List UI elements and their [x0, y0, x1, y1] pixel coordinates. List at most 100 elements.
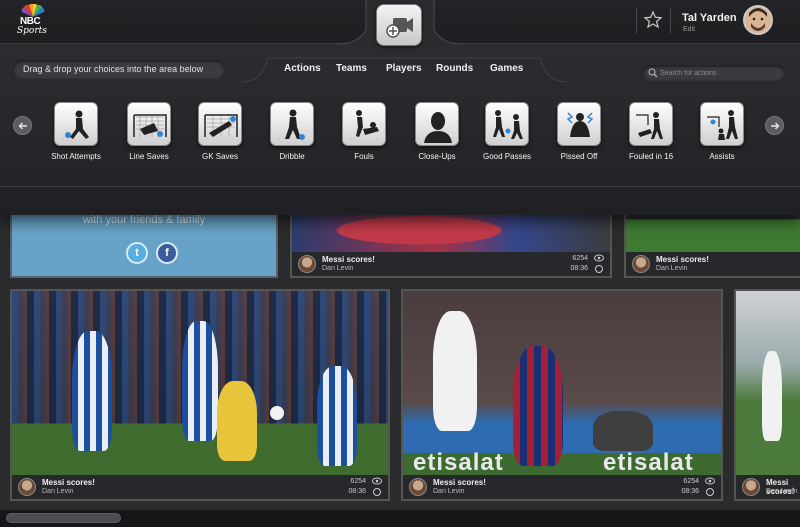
action-tile[interactable]	[270, 102, 314, 146]
action-item-assists[interactable]: Assists	[692, 102, 752, 166]
search-icon	[648, 68, 658, 78]
app-window: with your friends & family t f Messi sco…	[0, 0, 800, 527]
user-avatar[interactable]	[743, 5, 773, 35]
action-label: Line Saves	[129, 152, 169, 161]
scrollbar-thumb[interactable]	[6, 513, 121, 523]
action-item-shot-attempts[interactable]: Shot Attempts	[46, 102, 106, 166]
video-camera-button[interactable]	[376, 4, 422, 46]
facebook-share-button[interactable]: f	[156, 242, 178, 264]
action-tile[interactable]	[700, 102, 744, 146]
user-name[interactable]: Tal Yarden	[682, 12, 737, 24]
close-up-icon	[424, 112, 452, 143]
nav-tab-players[interactable]: Players	[386, 63, 422, 74]
author-avatar	[298, 255, 316, 273]
action-label: Close-Ups	[418, 152, 456, 161]
nav-tab-teams[interactable]: Teams	[336, 63, 367, 74]
assist-icon	[707, 110, 738, 140]
shot-attempt-icon	[65, 110, 89, 139]
divider	[636, 8, 637, 34]
action-tile[interactable]	[415, 102, 459, 146]
camera-tab	[338, 0, 462, 50]
video-thumbnail	[12, 291, 388, 475]
action-label: GK Saves	[201, 152, 238, 161]
foul-icon	[356, 110, 379, 137]
action-label: Dribble	[279, 152, 305, 161]
logo-sports-text: Sports	[17, 26, 47, 36]
divider	[670, 8, 671, 34]
action-tile[interactable]	[342, 102, 386, 146]
action-label: Fouled in 16	[628, 152, 674, 161]
twitter-share-button[interactable]: t	[126, 242, 148, 264]
search-input[interactable]	[660, 66, 780, 80]
clock-icon	[706, 488, 714, 496]
action-tile[interactable]	[485, 102, 529, 146]
video-author: Dan Levin	[766, 488, 798, 495]
action-item-fouled-in-16[interactable]: Fouled in 16	[621, 102, 681, 166]
eye-icon	[705, 477, 715, 485]
video-author: Dan Levin	[42, 488, 74, 495]
good-pass-icon	[493, 110, 523, 139]
video-author: Dan Levin	[322, 265, 354, 272]
action-item-close-ups[interactable]: Close-Ups	[407, 102, 467, 166]
star-icon[interactable]	[643, 10, 663, 30]
author-avatar	[409, 478, 427, 496]
view-count: 6254	[572, 255, 588, 262]
line-save-icon	[133, 114, 167, 137]
action-item-pissed-off[interactable]: Pissed Off	[549, 102, 609, 166]
category-nav: Actions Teams Players Rounds Games	[242, 56, 566, 83]
action-tile[interactable]	[198, 102, 242, 146]
fouled-in-16-icon	[636, 112, 663, 139]
nav-tab-actions[interactable]: Actions	[284, 63, 321, 74]
divider	[0, 186, 800, 187]
video-card[interactable]: Messi scores! Dan Levin 6254 08:36	[10, 289, 390, 501]
video-caption: Messi scores! Dan Levin 6254 08:36	[12, 475, 388, 499]
author-avatar	[632, 255, 650, 273]
arrow-left-icon	[18, 122, 27, 130]
drag-drop-hint: Drag & drop your choices into the area b…	[13, 60, 225, 79]
video-caption: Messi scores! Dan Levin	[736, 475, 800, 499]
video-caption: Messi scores! Dan Levin 6254 08:36	[403, 475, 721, 499]
video-caption: Messi scores! Dan Levin	[626, 252, 800, 276]
action-item-line-saves[interactable]: Line Saves	[119, 102, 179, 166]
action-tile[interactable]	[629, 102, 673, 146]
action-tile[interactable]	[127, 102, 171, 146]
dribble-icon	[285, 109, 305, 140]
action-label: Good Passes	[482, 152, 532, 161]
video-duration: 08:36	[681, 488, 699, 495]
nav-tab-games[interactable]: Games	[490, 63, 523, 74]
nav-tab-rounds[interactable]: Rounds	[436, 63, 473, 74]
video-caption: Messi scores! Dan Levin 6254 08:36	[292, 252, 610, 276]
user-avatar-face	[745, 7, 771, 33]
action-label: Assists	[709, 152, 735, 161]
action-item-gk-saves[interactable]: GK Saves	[190, 102, 250, 166]
video-title: Messi scores!	[433, 478, 486, 487]
action-label: Pissed Off	[560, 152, 598, 161]
edit-profile-link[interactable]: Edit	[683, 26, 695, 33]
video-author: Dan Levin	[656, 265, 688, 272]
video-card[interactable]: etisalat etisalat Messi scores! Dan Levi…	[401, 289, 723, 501]
clock-icon	[595, 265, 603, 273]
video-title: Messi scores!	[656, 255, 709, 264]
eye-icon	[594, 254, 604, 262]
pissed-off-icon	[566, 112, 594, 137]
gk-save-icon	[204, 114, 238, 137]
action-label: Shot Attempts	[51, 152, 101, 161]
action-tile[interactable]	[54, 102, 98, 146]
video-thumbnail	[736, 291, 800, 475]
carousel-next-button[interactable]	[765, 116, 784, 135]
action-label: Fouls	[354, 152, 374, 161]
action-tile[interactable]	[557, 102, 601, 146]
action-item-good-passes[interactable]: Good Passes	[477, 102, 537, 166]
video-thumbnail: etisalat etisalat	[403, 291, 721, 476]
video-card[interactable]: Messi scores! Dan Levin	[734, 289, 800, 501]
clock-icon	[373, 488, 381, 496]
video-duration: 08:36	[570, 265, 588, 272]
view-count: 6254	[350, 478, 366, 485]
video-title: Messi scores!	[42, 478, 95, 487]
action-item-dribble[interactable]: Dribble	[262, 102, 322, 166]
video-author: Dan Levin	[433, 488, 465, 495]
carousel-prev-button[interactable]	[13, 116, 32, 135]
nbc-sports-logo[interactable]: NBC Sports	[16, 4, 50, 38]
action-item-fouls[interactable]: Fouls	[334, 102, 394, 166]
author-avatar	[18, 478, 36, 496]
